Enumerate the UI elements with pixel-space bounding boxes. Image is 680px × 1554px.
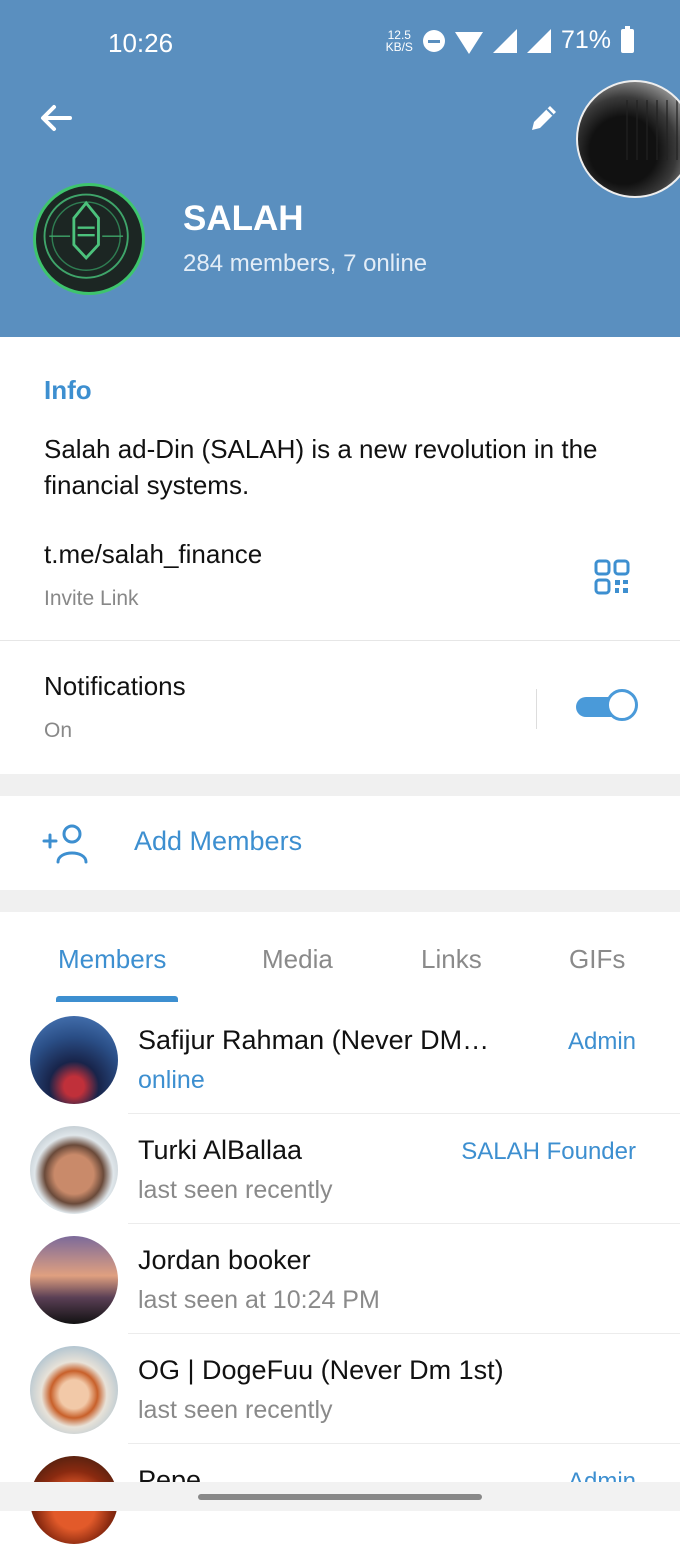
status-icons: 12.5 KB/S 71% (386, 25, 634, 55)
divider (536, 689, 537, 729)
net-speed: 12.5 KB/S (386, 29, 413, 53)
battery-icon (621, 25, 634, 53)
member-status: last seen recently (138, 1176, 333, 1204)
tab-media[interactable]: Media (262, 944, 333, 975)
invite-link[interactable]: t.me/salah_finance (44, 539, 262, 570)
group-avatar[interactable] (33, 183, 145, 295)
gesture-navigation-bar (0, 1482, 680, 1511)
section-gap (0, 774, 680, 796)
member-role: SALAH Founder (461, 1138, 636, 1165)
active-tab-indicator (56, 996, 178, 1002)
helmet-logo-icon (43, 193, 129, 279)
notifications-state: On (44, 719, 73, 742)
add-members-label: Add Members (134, 826, 303, 856)
member-row[interactable]: Safijur Rahman (Never DM… online Admin (0, 1004, 680, 1114)
battery-percent: 71% (560, 26, 611, 54)
member-role: Admin (567, 1028, 636, 1055)
group-name: SALAH (183, 199, 304, 238)
tab-members[interactable]: Members (58, 944, 166, 975)
divider (0, 640, 680, 641)
member-row[interactable]: Turki AlBallaa last seen recently SALAH … (0, 1114, 680, 1224)
add-user-icon (42, 824, 88, 864)
member-status: last seen at 10:24 PM (138, 1286, 380, 1314)
status-bar: 10:26 12.5 KB/S 71% (0, 25, 680, 62)
invite-link-label: Invite Link (44, 587, 139, 610)
home-indicator[interactable] (198, 1494, 482, 1500)
group-description: Salah ad-Din (SALAH) is a new revolution… (44, 434, 598, 500)
group-subtitle: 284 members, 7 online (183, 250, 428, 277)
qr-code-icon[interactable] (594, 559, 630, 595)
member-status: online (138, 1066, 205, 1094)
member-name: OG | DogeFuu (Never Dm 1st) (138, 1355, 504, 1385)
net-speed-value: 12.5 (387, 27, 411, 42)
avatar (30, 1016, 118, 1104)
signal-icon-2 (526, 28, 551, 53)
tab-links[interactable]: Links (421, 944, 482, 975)
member-name: Turki AlBallaa (138, 1135, 303, 1165)
member-name: Safijur Rahman (Never DM… (138, 1025, 490, 1055)
floating-photo-bubble[interactable] (576, 80, 680, 198)
section-gap (0, 890, 680, 912)
toggle-knob (606, 689, 638, 721)
member-row[interactable]: Jordan booker last seen at 10:24 PM (0, 1224, 680, 1334)
group-header: 10:26 12.5 KB/S 71% SALAH 284 members, 7… (0, 0, 680, 337)
notifications-toggle[interactable] (576, 689, 640, 725)
avatar (30, 1346, 118, 1434)
do-not-disturb-icon (422, 29, 445, 52)
member-name: Jordan booker (138, 1245, 311, 1275)
member-row[interactable]: OG | DogeFuu (Never Dm 1st) last seen re… (0, 1334, 680, 1444)
notifications-label[interactable]: Notifications (44, 671, 186, 702)
info-heading: Info (44, 375, 92, 405)
avatar (30, 1236, 118, 1324)
add-members-row[interactable]: Add Members (0, 796, 680, 890)
status-time: 10:26 (108, 28, 174, 58)
tab-gifs[interactable]: GIFs (569, 944, 625, 975)
photo-window-bars (618, 100, 678, 160)
info-section: Info Salah ad-Din (SALAH) is a new revol… (0, 337, 680, 774)
net-speed-unit: KB/S (385, 39, 413, 54)
media-tabs: Members Media Links GIFs (0, 912, 680, 1005)
member-status: last seen recently (138, 1396, 333, 1424)
back-arrow-icon[interactable] (36, 98, 76, 138)
avatar (30, 1126, 118, 1214)
edit-pencil-icon[interactable] (526, 100, 562, 136)
wifi-icon (454, 31, 483, 54)
signal-icon (492, 28, 517, 53)
